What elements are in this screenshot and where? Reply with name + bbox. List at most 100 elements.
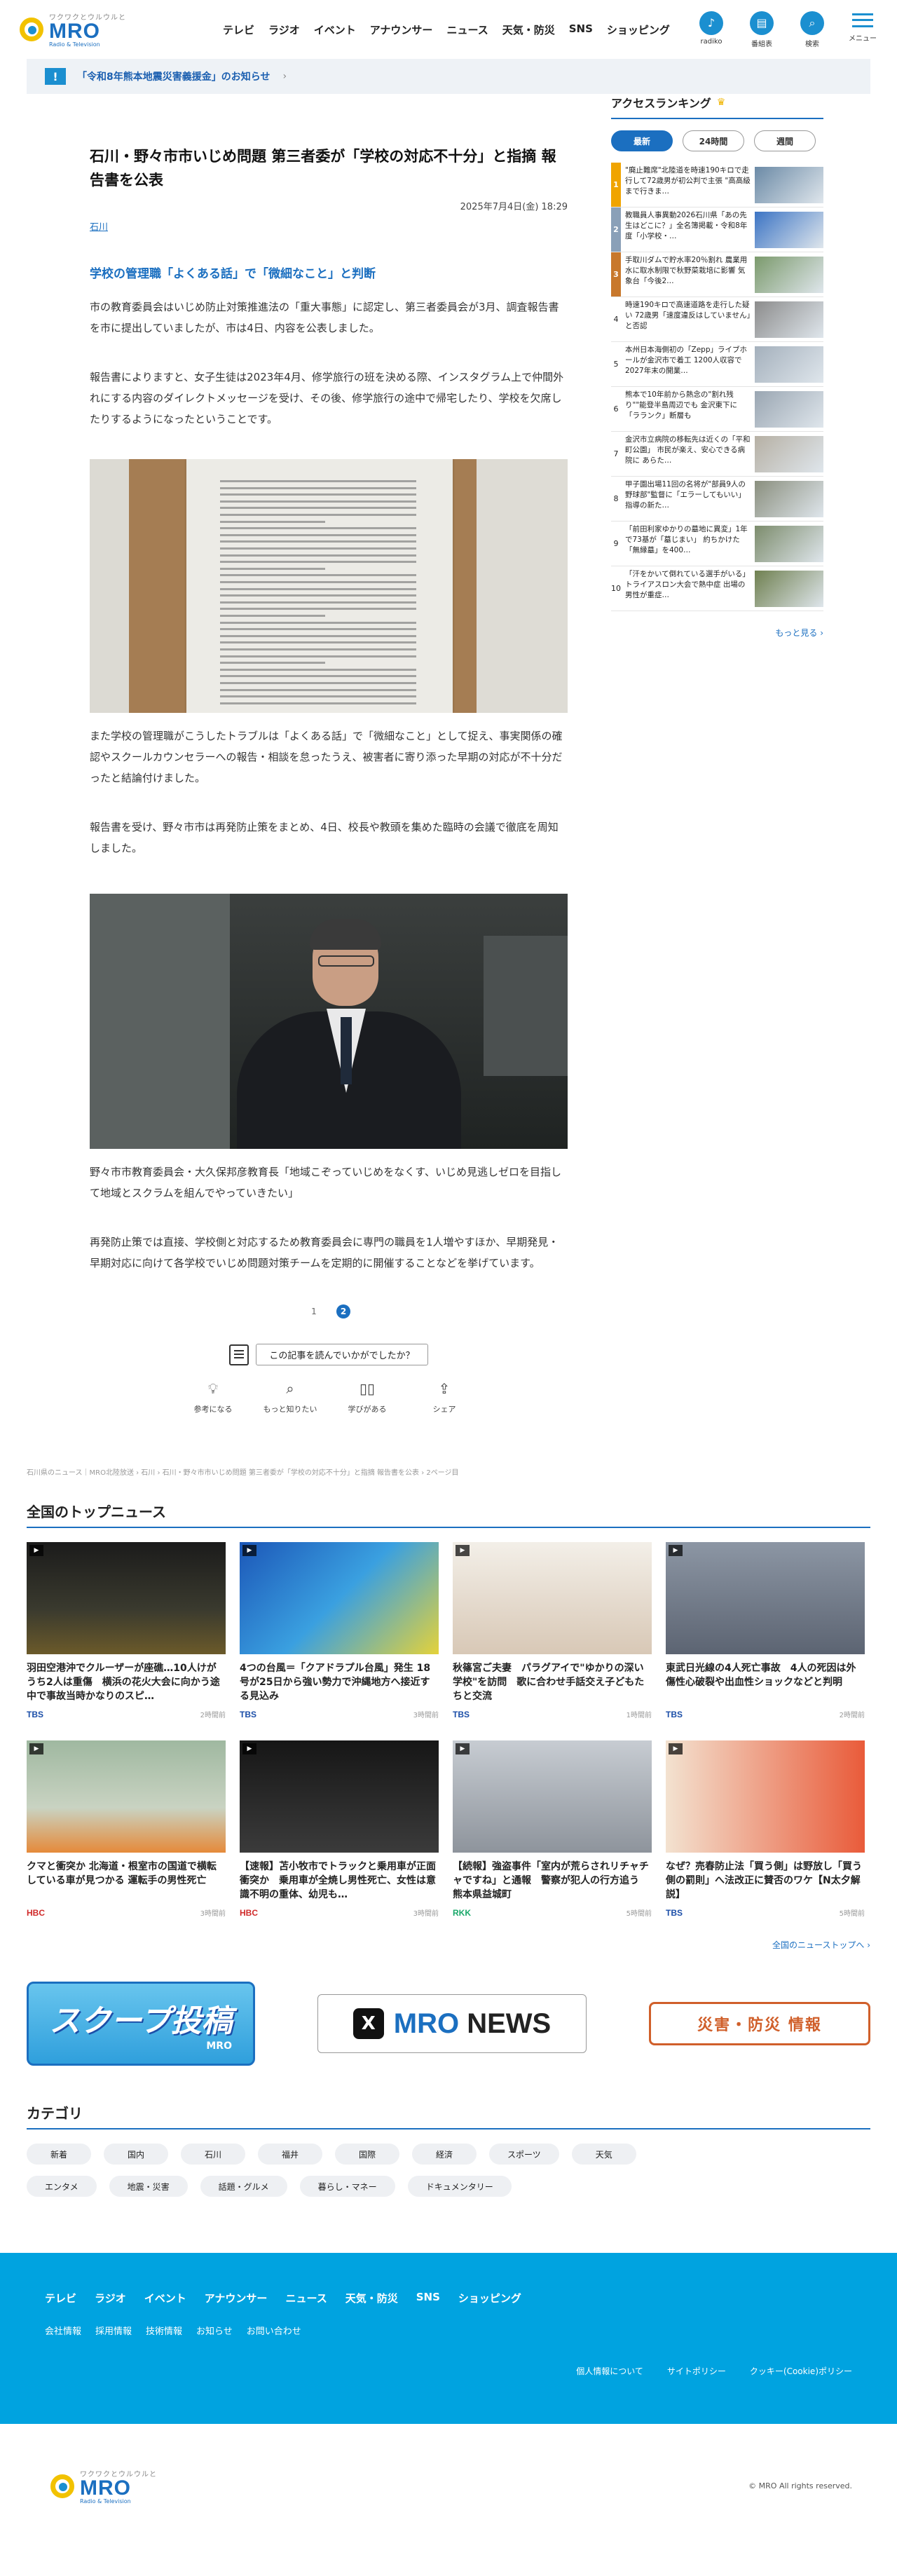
scoop-post-banner[interactable]: スクープ投稿 MRO bbox=[27, 1982, 255, 2066]
category-chip[interactable]: 暮らし・マネー bbox=[299, 2176, 395, 2197]
news-card[interactable]: ▶ 4つの台風＝「クアドラプル台風」発生 18号が25日から強い勢力で沖縄地方へ接… bbox=[240, 1542, 439, 1719]
ranking-item[interactable]: 3 手取川ダムで貯水率20％割れ 農業用水に取水制限で秋野菜栽培に影響 気象台「今… bbox=[611, 252, 823, 297]
article-subheading: 学校の管理職「よくある話」で「微細なこと」と判断 bbox=[90, 267, 376, 281]
footer-corporate-link[interactable]: お問い合わせ bbox=[247, 2324, 301, 2337]
site-logo[interactable]: ワクワクとウルウルと MRO Radio & Television bbox=[20, 11, 202, 48]
breadcrumb[interactable]: 石川県のニュース｜MRO北陸放送 › 石川 › 石川・野々市市いじめ問題 第三者… bbox=[27, 1466, 897, 1477]
footer-corporate-link[interactable]: 会社情報 bbox=[45, 2324, 81, 2337]
nav-tv[interactable]: テレビ bbox=[223, 22, 254, 37]
nav-weather[interactable]: 天気・防災 bbox=[502, 22, 555, 37]
mro-news-x-banner[interactable]: X MRO NEWS bbox=[317, 1994, 587, 2053]
menu-label: メニュー bbox=[849, 34, 877, 43]
ranking-item[interactable]: 4 時速190キロで高速道路を走行した疑い 72歳男「速度違反はしていません」と否… bbox=[611, 297, 823, 342]
ranking-headline: 「前田利家ゆかりの墓地に異変」1年で73基が「墓じまい」 約ちかけた「無縁墓」を… bbox=[625, 525, 748, 554]
category-chip[interactable]: 新着 bbox=[27, 2144, 91, 2165]
category-chip[interactable]: エンタメ bbox=[27, 2176, 97, 2197]
menu-button[interactable]: メニュー bbox=[845, 11, 880, 48]
footer-nav-link[interactable]: ニュース bbox=[285, 2291, 327, 2305]
tab-24h[interactable]: 24時間 bbox=[683, 130, 744, 151]
ranking-item[interactable]: 6 熊本で10年前から熱念の"割れ残り""能登半島周辺でも 金沢東下に「ラランク」… bbox=[611, 387, 823, 432]
article-category-link[interactable]: 石川 bbox=[90, 219, 108, 233]
disaster-info-banner[interactable]: 災害・防災 情報 bbox=[649, 2002, 870, 2045]
news-card[interactable]: ▶ なぜ？売春防止法「買う側」は野放し「買う側の罰則」へ法改正に賛否のワケ【N太夕… bbox=[666, 1740, 865, 1918]
ranking-item[interactable]: 10 「汗をかいて倒れている選手がいる」トライアスロン大会で熱中症 出場の男性が重… bbox=[611, 566, 823, 611]
ranking-item[interactable]: 8 甲子園出場11回の名将が"部員9人の野球部"監督に「エラーしてもいい」指導の新… bbox=[611, 477, 823, 522]
tab-weekly[interactable]: 週間 bbox=[754, 130, 816, 151]
category-chip[interactable]: 経済 bbox=[412, 2144, 477, 2165]
news-thumbnail: ▶ bbox=[453, 1542, 652, 1654]
radiko-button[interactable]: ♪ radiko bbox=[694, 11, 729, 48]
news-headline: 【速報】苫小牧市でトラックと乗用車が正面衝突か 乗用車が全焼し男性死亡、女性は意… bbox=[240, 1861, 436, 1900]
category-chip[interactable]: 話題・グルメ bbox=[200, 2176, 287, 2197]
article-paragraph: 報告書を受け、野々市市は再発防止策をまとめ、4日、校長や教頭を集めた臨時の会議で… bbox=[90, 821, 559, 854]
search-button[interactable]: ⌕ 検索 bbox=[795, 11, 830, 48]
news-time: 2時間前 bbox=[839, 1712, 865, 1719]
article-paragraph: 再発防止策では直接、学校側と対応するため教育委員会に専門の職員を1人増やすほか、… bbox=[90, 1236, 559, 1269]
ranking-more-label: もっと見る bbox=[775, 628, 818, 638]
ranking-more-link[interactable]: もっと見る › bbox=[611, 627, 823, 639]
ranking-item[interactable]: 9 「前田利家ゆかりの墓地に異変」1年で73基が「墓じまい」 約ちかけた「無縁墓」… bbox=[611, 522, 823, 566]
nav-news[interactable]: ニュース bbox=[446, 22, 488, 37]
nav-sns[interactable]: SNS bbox=[569, 22, 593, 37]
category-chip[interactable]: 石川 bbox=[181, 2144, 245, 2165]
category-chip[interactable]: 福井 bbox=[258, 2144, 322, 2165]
footer-corporate-link[interactable]: 技術情報 bbox=[146, 2324, 182, 2337]
footer-policy-nav: 個人情報について サイトポリシー クッキー(Cookie)ポリシー bbox=[0, 2365, 852, 2377]
footer-policy-link[interactable]: 個人情報について bbox=[576, 2365, 643, 2377]
news-headline: なぜ？売春防止法「買う側」は野放し「買う側の罰則」へ法改正に賛否のワケ【N太夕解… bbox=[666, 1861, 862, 1900]
news-card[interactable]: ▶ 【続報】強盗事件「室内が荒らされリチャチャですね」と通報 警察が犯人の行方追う… bbox=[453, 1740, 652, 1918]
nav-radio[interactable]: ラジオ bbox=[268, 22, 300, 37]
footer-nav-link[interactable]: テレビ bbox=[45, 2291, 76, 2305]
footer-nav-link[interactable]: SNS bbox=[416, 2291, 440, 2305]
nav-shopping[interactable]: ショッピング bbox=[607, 22, 670, 37]
ranking-item[interactable]: 7 金沢市立病院の移転先は近くの「平和町公園」 市民が楽え、安心できる病院に あら… bbox=[611, 432, 823, 477]
ranking-headline: 手取川ダムで貯水率20％割れ 農業用水に取水制限で秋野菜栽培に影響 気象台「今後… bbox=[625, 256, 748, 285]
reaction-want-more-button[interactable]: ⌕ もっと知りたい bbox=[260, 1378, 320, 1415]
ranking-item[interactable]: 5 本州日本海側初の「Zepp」ライブホールが金沢市で着工 1200人収容で202… bbox=[611, 342, 823, 387]
footer-nav-link[interactable]: ショッピング bbox=[458, 2291, 521, 2305]
ranking-headline: 教職員人事異動2026石川県「あの先生はどこに？」全名簿掲載・令和8年度「小学校… bbox=[625, 211, 748, 240]
footer-nav-link[interactable]: アナウンサー bbox=[205, 2291, 268, 2305]
ranking-thumbnail bbox=[755, 391, 823, 428]
category-chip[interactable]: 国際 bbox=[335, 2144, 399, 2165]
footer-policy-link[interactable]: サイトポリシー bbox=[667, 2365, 726, 2377]
logo-mark-icon bbox=[20, 13, 46, 46]
news-headline: 【続報】強盗事件「室内が荒らされリチャチャですね」と通報 警察が犯人の行方追う … bbox=[453, 1861, 649, 1900]
footer-corporate-link[interactable]: 採用情報 bbox=[95, 2324, 132, 2337]
chevron-right-icon: › bbox=[820, 628, 823, 638]
program-guide-button[interactable]: ▤ 番組表 bbox=[744, 11, 779, 48]
footer-nav-link[interactable]: 天気・防災 bbox=[345, 2291, 398, 2305]
ranking-thumbnail bbox=[755, 167, 823, 203]
category-chip[interactable]: スポーツ bbox=[489, 2144, 559, 2165]
footer-nav-link[interactable]: イベント bbox=[144, 2291, 186, 2305]
category-chip[interactable]: ドキュメンタリー bbox=[407, 2176, 512, 2197]
ranking-item[interactable]: 1 "廃止難席"北陸道を時速190キロで走行して72歳男が初公判で主張 "高高級ま… bbox=[611, 163, 823, 207]
news-card[interactable]: ▶ 【速報】苫小牧市でトラックと乗用車が正面衝突か 乗用車が全焼し男性死亡、女性は… bbox=[240, 1740, 439, 1918]
x-logo-icon: X bbox=[352, 2008, 384, 2039]
nav-event[interactable]: イベント bbox=[314, 22, 356, 37]
category-chip[interactable]: 国内 bbox=[104, 2144, 168, 2165]
news-time: 3時間前 bbox=[413, 1910, 439, 1918]
category-chip[interactable]: 天気 bbox=[571, 2144, 636, 2165]
page-link-1[interactable]: 1 bbox=[307, 1304, 321, 1318]
page-link-2-current[interactable]: 2 bbox=[336, 1304, 350, 1318]
ranking-item[interactable]: 2 教職員人事異動2026石川県「あの先生はどこに？」全名簿掲載・令和8年度「小学… bbox=[611, 207, 823, 252]
top-news-more-link[interactable]: 全国のニューストップへ › bbox=[0, 1939, 870, 1951]
news-card[interactable]: ▶ 羽田空港沖でクルーザーが座礁…10人けがうち2人は重傷 横浜の花火大会に向かう… bbox=[27, 1542, 226, 1719]
news-card[interactable]: ▶ 東武日光線の4人死亡事故 4人の死因は外傷性心破裂や出血性ショックなどと判明 T… bbox=[666, 1542, 865, 1719]
footer-nav-link[interactable]: ラジオ bbox=[95, 2291, 126, 2305]
footer-logo[interactable]: ワクワクとウルウルと MRO Radio & Television bbox=[50, 2468, 233, 2505]
reaction-helpful-button[interactable]: 💡︎ 参考になる bbox=[183, 1378, 243, 1415]
footer-corporate-link[interactable]: お知らせ bbox=[196, 2324, 233, 2337]
news-card[interactable]: ▶ クマと衝突か 北海道・根室市の国道で横転している車が見つかる 運転手の男性死亡… bbox=[27, 1740, 226, 1918]
share-button[interactable]: ⇪ シェア bbox=[414, 1378, 474, 1415]
notice-banner[interactable]: ! 「令和8年熊本地震災害義援金」のお知らせ › bbox=[27, 59, 870, 94]
tab-latest[interactable]: 最新 bbox=[611, 130, 673, 151]
ranking-number: 10 bbox=[611, 584, 621, 593]
news-card[interactable]: ▶ 秋篠宮ご夫妻 パラグアイで"ゆかりの深い学校"を訪問 歌に合わせ手話交え子ども… bbox=[453, 1542, 652, 1719]
article-paragraph: また学校の管理職がこうしたトラブルは「よくある話」で「微細なこと」として捉え、事… bbox=[90, 730, 563, 784]
reaction-learned-button[interactable]: ▯▯ 学びがある bbox=[337, 1378, 397, 1415]
nav-announcer[interactable]: アナウンサー bbox=[370, 22, 433, 37]
footer-policy-link[interactable]: クッキー(Cookie)ポリシー bbox=[750, 2365, 852, 2377]
category-chip[interactable]: 地震・災害 bbox=[109, 2176, 188, 2197]
